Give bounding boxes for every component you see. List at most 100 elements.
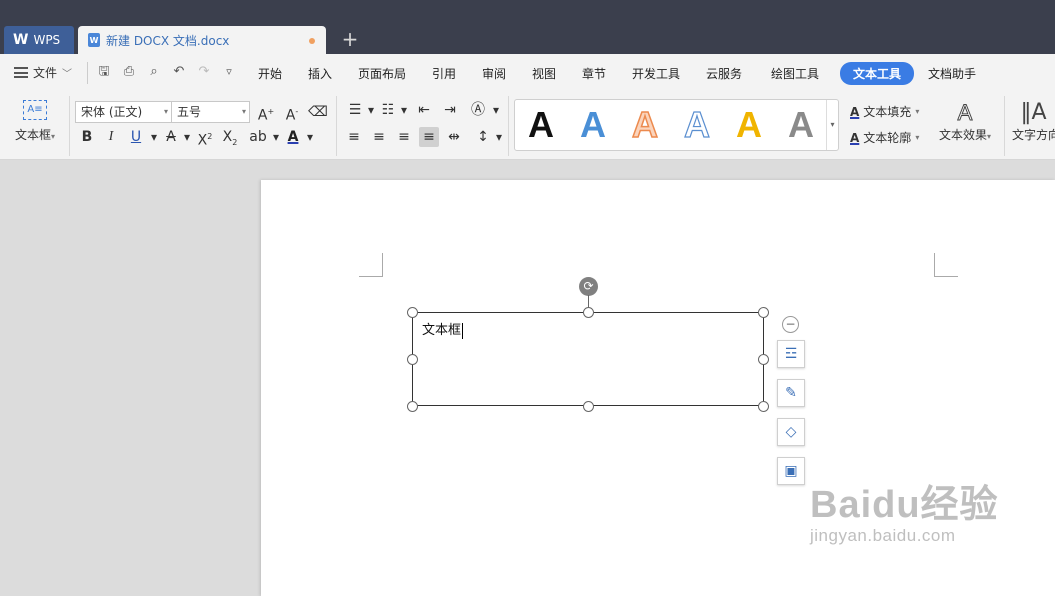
superscript-icon[interactable]: X2 [195,127,215,149]
resize-handle-nw[interactable] [407,307,418,318]
textbox-button[interactable]: A≡ 文本框▾ [10,100,60,152]
menu-item-developer[interactable]: 开发工具 [632,65,680,82]
margin-corner-top-right [934,253,958,277]
align-right-icon[interactable]: ≡ [394,127,414,147]
resize-handle-se[interactable] [758,401,769,412]
outline-button[interactable]: ▣ [777,457,805,485]
text-box-content[interactable]: 文本框 [422,319,464,339]
highlight-icon[interactable]: ab [248,127,268,147]
wps-tab-label: WPS [33,33,61,47]
rotate-handle-icon[interactable]: ⟳ [579,277,598,296]
chevron-down-icon[interactable]: ▾ [394,100,414,120]
gallery-more-icon[interactable]: ▾ [826,100,838,150]
justify-icon[interactable]: ≡ [419,127,439,147]
redo-icon[interactable]: ↷ [196,64,212,80]
document-tab[interactable]: W 新建 DOCX 文档.docx [78,26,326,54]
grow-font-icon[interactable]: A+ [256,102,276,124]
text-outline-icon: A [850,130,860,145]
text-direction-small-icon[interactable]: Ⓐ [468,100,488,120]
menu-item-chapter[interactable]: 章节 [582,65,606,82]
chevron-down-icon: ▾ [163,107,168,116]
subscript-icon[interactable]: X2 [220,127,240,147]
text-fill-icon: A [850,104,860,119]
font-name-select[interactable]: 宋体 (正文) ▾ [75,101,172,123]
resize-handle-s[interactable] [583,401,594,412]
margin-corner-top-left [359,253,383,277]
shape-style-button[interactable]: ✎ [777,379,805,407]
style-gray[interactable]: A [781,105,821,145]
text-direction-button[interactable]: ‖A 文字方向 [1012,100,1055,143]
text-box-text: 文本框 [422,323,462,338]
chevron-down-icon: ﹀ [62,69,73,80]
style-orange-outline[interactable]: A [625,104,665,146]
outline-frame-icon: ▣ [784,463,798,479]
ribbon: A≡ 文本框▾ 宋体 (正文) ▾ 五号 ▾ A+ A- ⌫ B I U ▾ A… [0,92,1055,160]
decrease-indent-icon[interactable]: ⇤ [414,100,434,120]
chevron-down-icon[interactable]: ▾ [489,127,509,147]
resize-handle-n[interactable] [583,307,594,318]
fill-button[interactable]: ◇ [777,418,805,446]
file-menu[interactable]: 文件 ﹀ [14,64,72,81]
text-effect-button[interactable]: A 文本效果▾ [934,100,996,143]
text-outline-button[interactable]: A 文本轮廓 ▾ [850,129,919,146]
resize-handle-ne[interactable] [758,307,769,318]
bold-icon[interactable]: B [77,127,97,147]
menu-item-page-layout[interactable]: 页面布局 [358,65,406,82]
divider [87,62,88,84]
style-black[interactable]: A [521,105,561,145]
wps-home-tab[interactable]: W WPS [4,26,74,54]
wps-logo-icon: W [13,32,29,48]
distribute-icon[interactable]: ⇹ [444,127,464,147]
menu-item-text-tools[interactable]: 文本工具 [840,62,915,85]
chevron-down-icon[interactable]: ▾ [300,127,320,147]
menu-item-start[interactable]: 开始 [258,65,282,82]
style-yellow[interactable]: A [729,105,769,145]
divider [336,96,337,156]
brush-icon: ✎ [785,385,797,401]
menu-item-view[interactable]: 视图 [532,65,556,82]
resize-handle-w[interactable] [407,354,418,365]
watermark-sub: jingyan.baidu.com [810,526,956,545]
italic-icon[interactable]: I [101,127,121,147]
hamburger-icon [14,67,28,78]
style-blue[interactable]: A [573,105,613,145]
print-icon[interactable]: ⎙ [121,64,137,80]
menu-item-doc-assistant[interactable]: 文档助手 [928,65,976,82]
shrink-font-icon[interactable]: A- [282,102,302,124]
menu-item-review[interactable]: 审阅 [482,65,506,82]
menu-item-references[interactable]: 引用 [432,65,456,82]
unsaved-dot-icon[interactable] [309,38,315,44]
new-tab-button[interactable]: + [340,28,360,50]
align-center-icon[interactable]: ≡ [369,127,389,147]
customize-toolbar-icon[interactable]: ▿ [221,64,237,80]
menu-item-insert[interactable]: 插入 [308,65,332,82]
menu-item-drawing-tools[interactable]: 绘图工具 [771,65,819,82]
collapse-minus-icon[interactable]: − [782,316,799,333]
font-size-select[interactable]: 五号 ▾ [171,101,250,123]
chevron-down-icon[interactable]: ▾ [177,127,197,147]
underline-icon[interactable]: U [126,127,146,147]
print-preview-icon[interactable]: ⌕ [146,64,162,80]
resize-handle-sw[interactable] [407,401,418,412]
writer-doc-icon: W [88,33,100,47]
undo-icon[interactable]: ↶ [171,64,187,80]
align-left-icon[interactable]: ≡ [344,127,364,147]
style-blue-outline[interactable]: A [677,104,717,145]
text-fill-label: 文本填充 [863,105,912,119]
font-name-value: 宋体 (正文) [81,105,143,119]
chevron-down-icon: ▾ [915,133,920,142]
chevron-down-icon[interactable]: ▾ [486,100,506,120]
text-box[interactable]: 文本框 [412,312,764,406]
document-tab-label: 新建 DOCX 文档.docx [106,33,230,48]
clear-format-icon[interactable]: ⌫ [308,102,328,122]
menu-item-cloud[interactable]: 云服务 [706,65,742,82]
textbox-icon: A≡ [23,100,47,120]
divider [69,96,70,156]
title-bar: W WPS W 新建 DOCX 文档.docx + [0,0,1055,54]
text-outline-label: 文本轮廓 [863,131,912,145]
increase-indent-icon[interactable]: ⇥ [440,100,460,120]
wrap-text-button[interactable]: ☲ [777,340,805,368]
resize-handle-e[interactable] [758,354,769,365]
save-icon[interactable]: 🖫 [96,64,112,80]
text-fill-button[interactable]: A 文本填充 ▾ [850,103,919,120]
